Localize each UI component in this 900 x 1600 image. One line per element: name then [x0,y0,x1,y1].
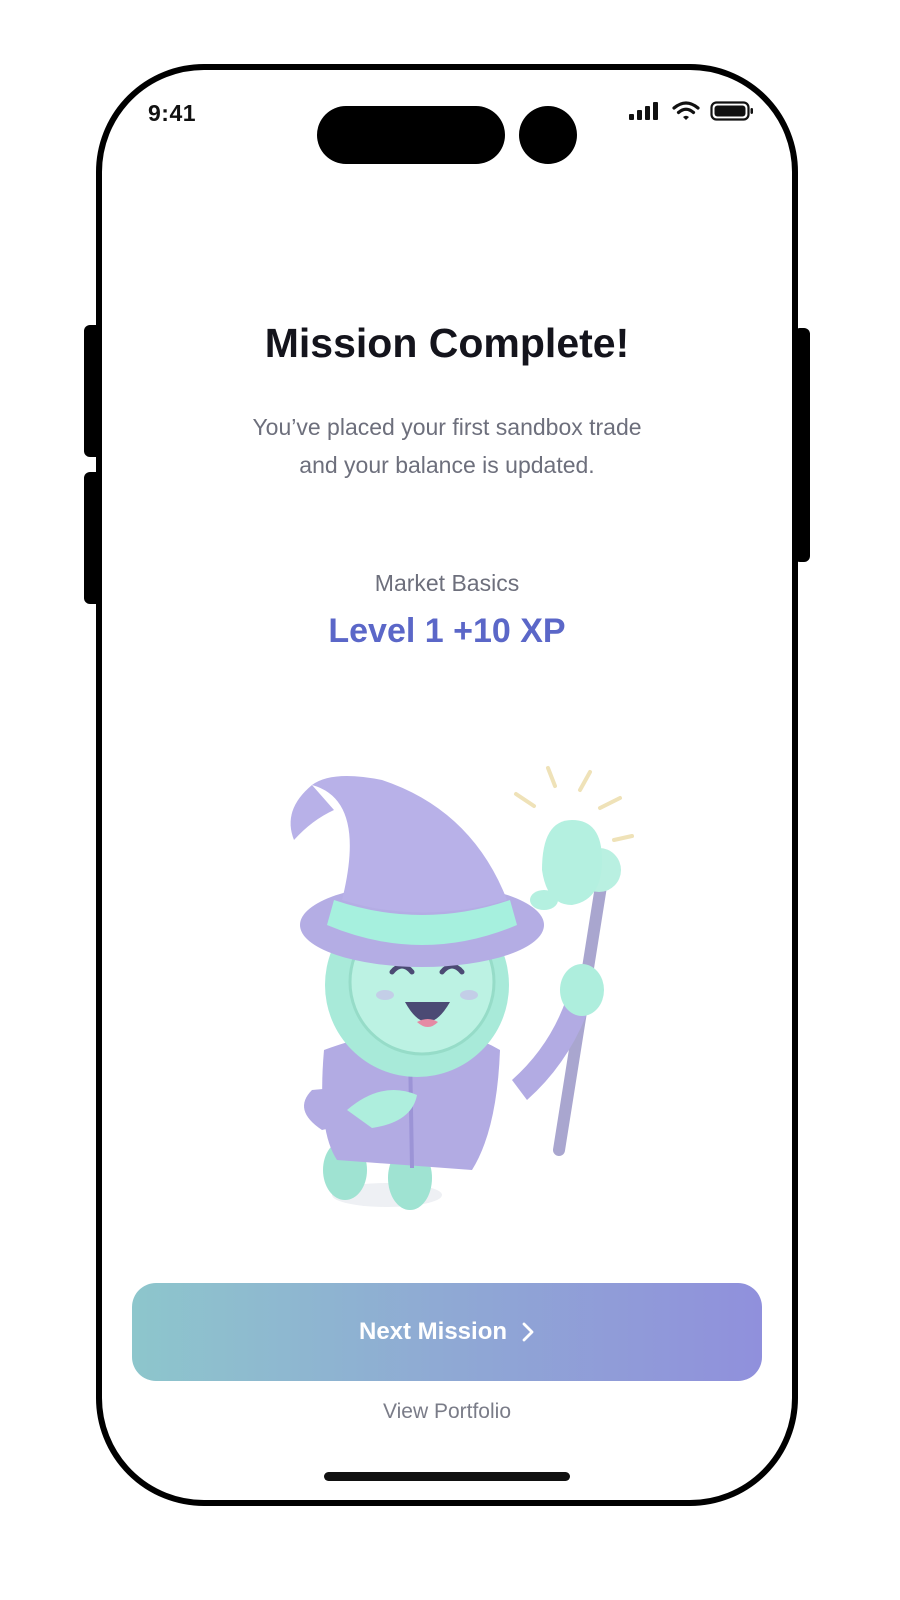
battery-icon [710,101,753,121]
home-indicator[interactable] [324,1472,570,1481]
phone-screen: 9:41 Mission Complete! You’ve placed you… [96,64,798,1506]
success-message: You’ve placed your first sandbox trade a… [197,408,697,484]
signal-icon [629,102,658,120]
status-icons [628,100,754,122]
next-mission-label: Next Mission [358,1318,508,1345]
next-mission-button[interactable]: Next Mission [132,1283,762,1381]
success-message-line-1: You’ve placed your first sandbox trade [252,414,642,440]
wizard-mascot-illustration [290,766,634,1210]
course-category: Market Basics [374,570,520,596]
wifi-icon [672,101,700,120]
device-frame: 9:41 Mission Complete! You’ve placed you… [0,0,900,1600]
dynamic-island [317,106,505,164]
level-xp-reward: Level 1 +10 XP [328,612,566,650]
chevron-right-icon [522,1322,534,1342]
view-portfolio-link[interactable]: View Portfolio [102,1400,792,1424]
status-time: 9:41 [148,100,197,126]
front-camera [519,106,577,164]
page-title: Mission Complete! [264,320,630,366]
success-message-line-2: and your balance is updated. [299,452,595,478]
